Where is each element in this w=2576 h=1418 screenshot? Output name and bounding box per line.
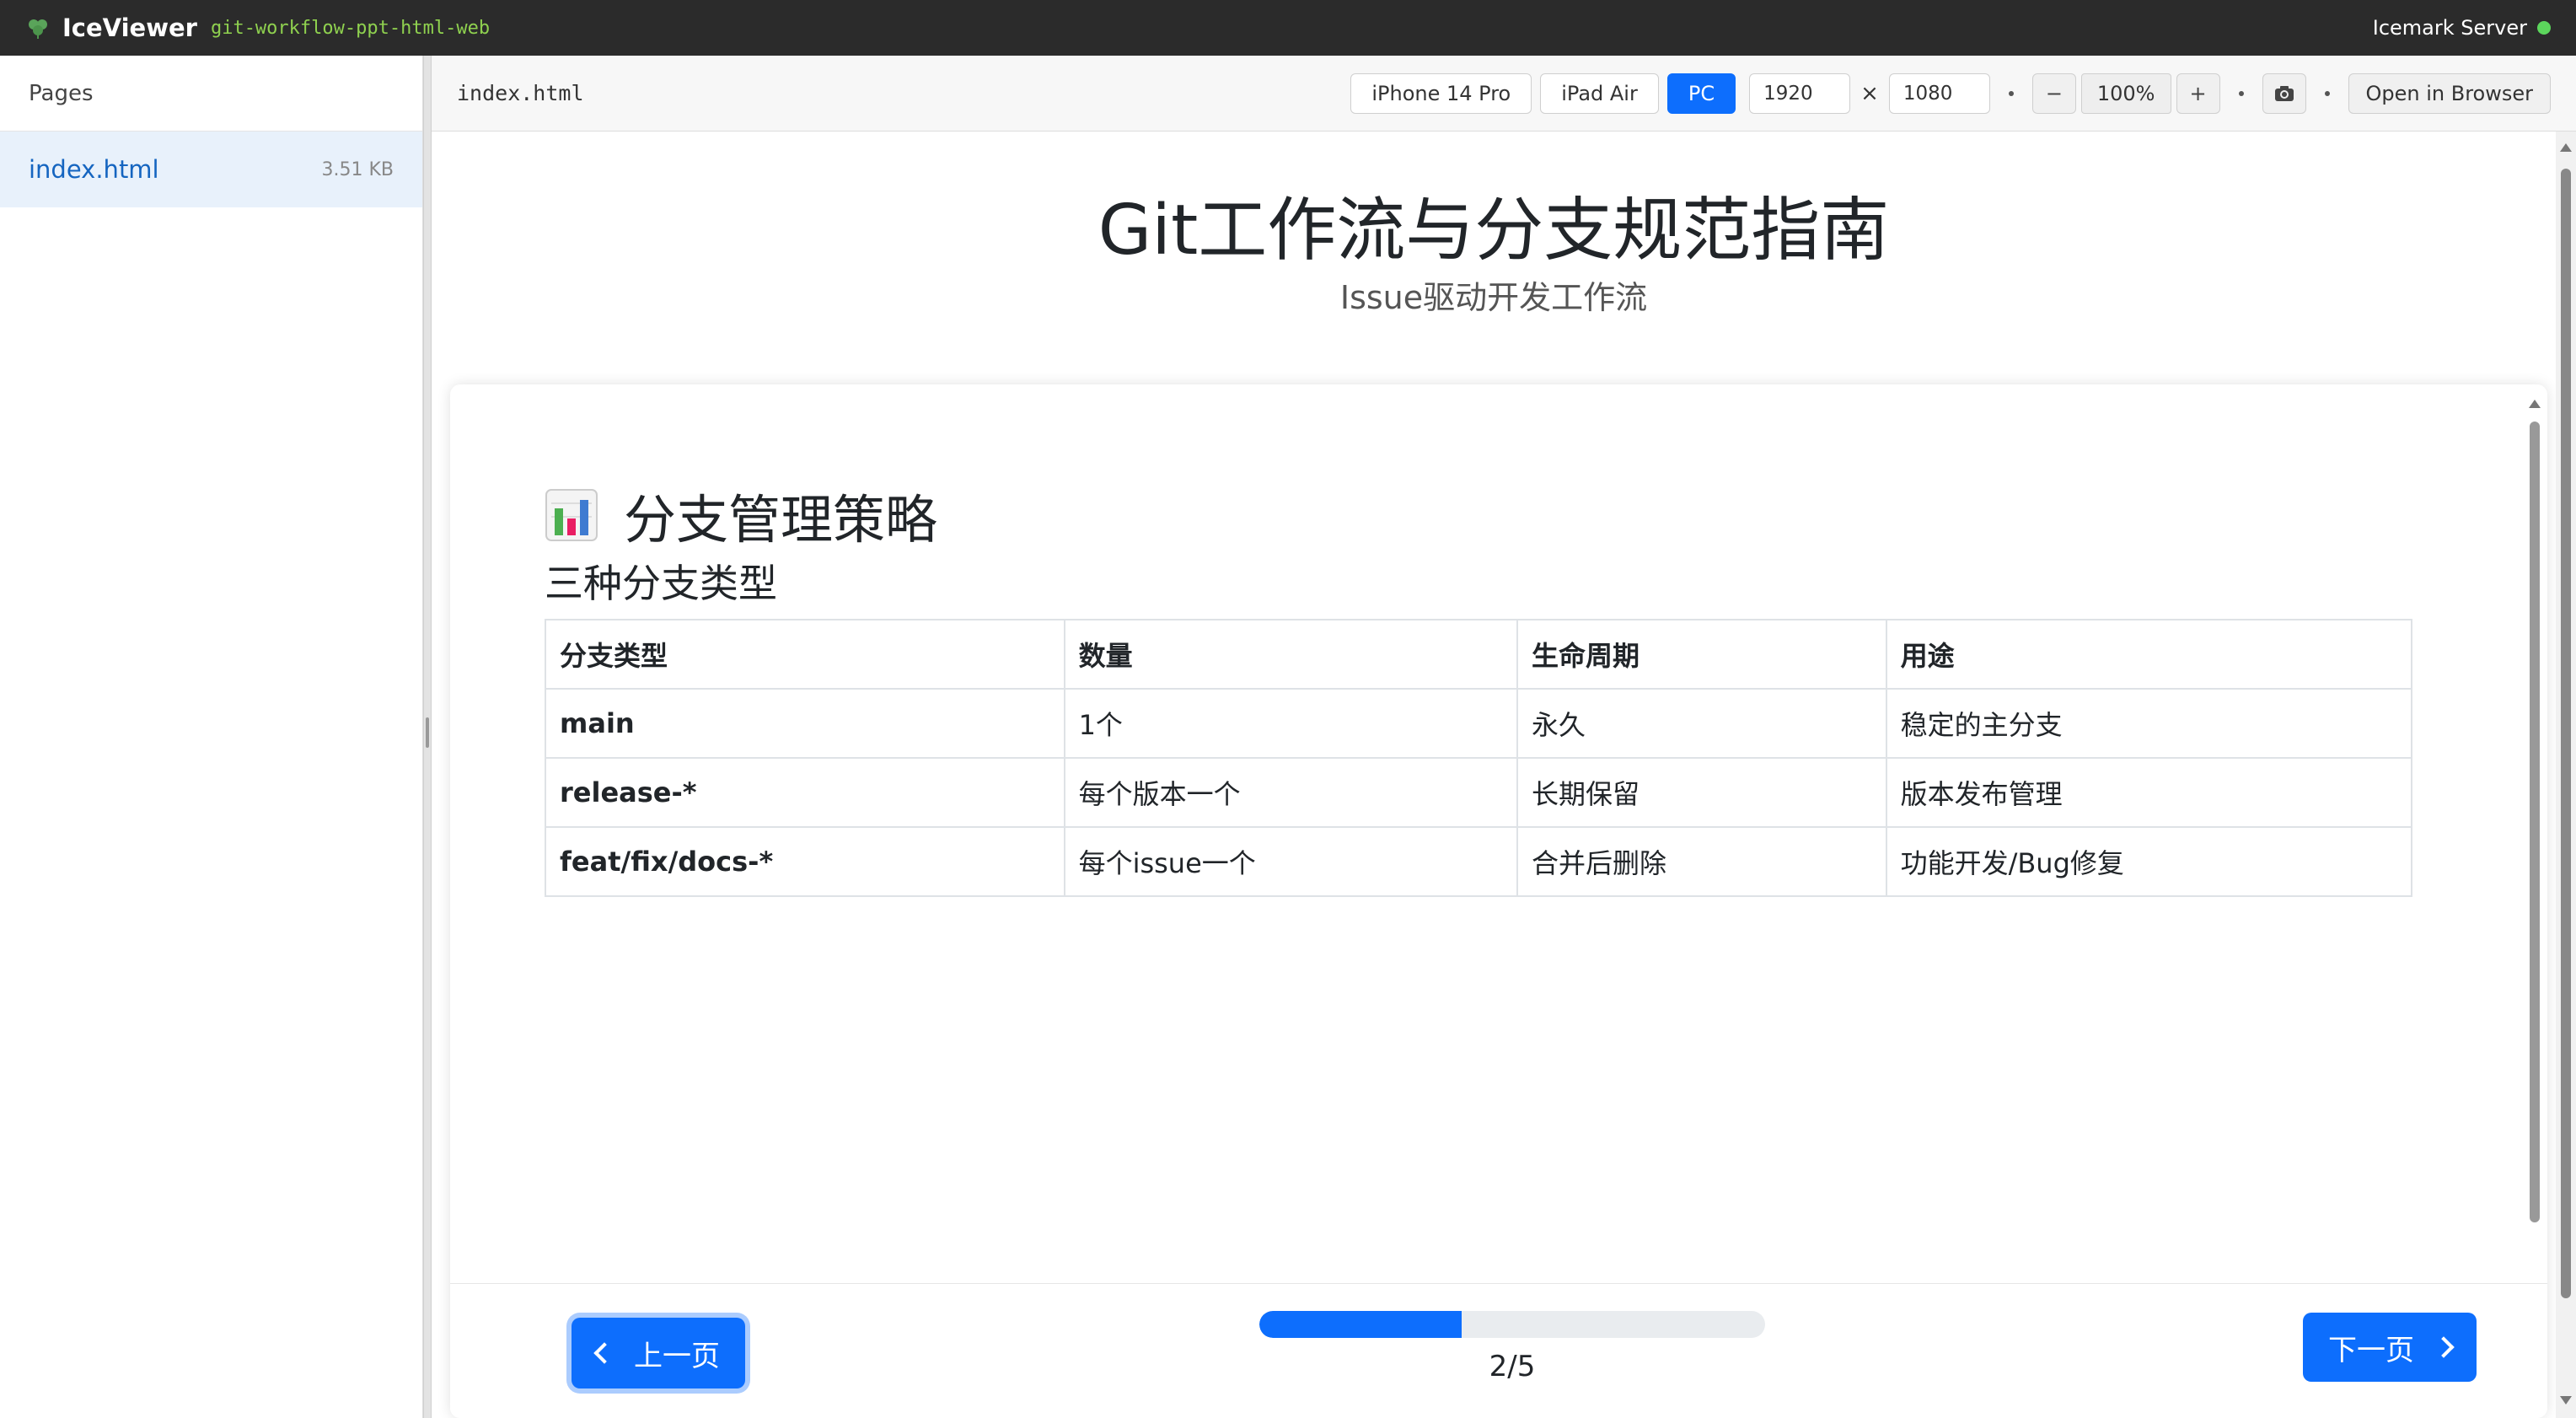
slide-heading: 分支管理策略	[545, 477, 937, 553]
scroll-up-icon[interactable]	[2560, 143, 2572, 152]
prev-page-button[interactable]: 上一页	[572, 1318, 745, 1388]
grip-icon	[426, 717, 429, 748]
scroll-up-icon[interactable]	[2529, 400, 2541, 408]
slide-scrollbar[interactable]	[2527, 395, 2542, 1229]
table-row: feat/fix/docs-* 每个issue一个 合并后删除 功能开发/Bug…	[545, 826, 2413, 897]
project-name: git-workflow-ppt-html-web	[210, 17, 491, 39]
zoom-in-button[interactable]: +	[2176, 73, 2220, 114]
sidebar-item-index[interactable]: index.html 3.51 KB	[0, 132, 422, 207]
table-cell: 1个	[1063, 688, 1519, 759]
device-ipad-button[interactable]: iPad Air	[1540, 73, 1659, 114]
table-cell: 长期保留	[1516, 757, 1887, 828]
chevron-left-icon	[593, 1342, 615, 1364]
table-cell: 功能开发/Bug修复	[1885, 826, 2413, 897]
table-row: main 1个 永久 稳定的主分支	[545, 688, 2413, 759]
slide-heading-text: 分支管理策略	[624, 489, 938, 551]
top-bar: IceViewer git-workflow-ppt-html-web Icem…	[0, 0, 2576, 56]
table-cell: release-*	[545, 757, 1065, 828]
table-cell: 版本发布管理	[1885, 757, 2413, 828]
current-file: index.html	[457, 81, 584, 105]
page-title: Git工作流与分支规范指南	[1097, 191, 1890, 271]
server-status: Icemark Server	[2373, 16, 2551, 40]
chevron-right-icon	[2433, 1336, 2455, 1358]
open-in-browser-button[interactable]: Open in Browser	[2348, 73, 2551, 114]
scroll-thumb[interactable]	[2561, 169, 2571, 1298]
progress-fill	[1259, 1311, 1462, 1338]
prev-page-label: 上一页	[634, 1339, 720, 1373]
height-input[interactable]: 1080	[1888, 73, 1990, 114]
slide-subheading: 三种分支类型	[545, 561, 777, 606]
progress-bar	[1259, 1311, 1765, 1338]
width-input[interactable]: 1920	[1749, 73, 1851, 114]
app-name: IceViewer	[62, 13, 197, 42]
table-cell: 合并后删除	[1516, 826, 1887, 897]
size-separator: ×	[1860, 80, 1879, 106]
column-header: 生命周期	[1516, 619, 1887, 690]
slide-card: 分支管理策略 三种分支类型 分支类型 数量 生命周期 用途 main 1个 永久…	[450, 384, 2547, 1418]
table-row: release-* 每个版本一个 长期保留 版本发布管理	[545, 757, 2413, 828]
column-header: 分支类型	[545, 619, 1065, 690]
slide-footer: 上一页 2/5 下一页	[450, 1283, 2547, 1418]
status-dot-icon	[2537, 21, 2551, 35]
zoom-level: 100%	[2080, 73, 2171, 114]
column-header: 用途	[1885, 619, 2413, 690]
scroll-thumb[interactable]	[2530, 422, 2540, 1222]
table-cell: 每个issue一个	[1063, 826, 1519, 897]
separator-dot	[2008, 90, 2014, 96]
preview-frame: Git工作流与分支规范指南 Issue驱动开发工作流 分支管理策略 三种分支类型…	[432, 132, 2556, 1418]
sidebar-item-label: index.html	[29, 155, 159, 184]
sidebar-resize-handle[interactable]	[423, 56, 432, 1418]
sidebar-item-size: 3.51 KB	[321, 158, 394, 180]
table-cell: feat/fix/docs-*	[545, 826, 1065, 897]
table-cell: main	[545, 688, 1065, 759]
server-label: Icemark Server	[2372, 16, 2527, 40]
next-page-button[interactable]: 下一页	[2303, 1313, 2477, 1382]
preview-scrollbar[interactable]	[2556, 132, 2576, 1418]
clover-icon	[25, 16, 54, 40]
sidebar: Pages index.html 3.51 KB	[0, 56, 423, 1418]
column-header: 数量	[1063, 619, 1519, 690]
scroll-down-icon[interactable]	[2560, 1396, 2572, 1405]
bar-chart-icon	[545, 489, 598, 541]
device-iphone-button[interactable]: iPhone 14 Pro	[1350, 73, 1532, 114]
sidebar-header: Pages	[0, 56, 422, 132]
table-cell: 稳定的主分支	[1885, 688, 2413, 759]
separator-dot	[2238, 90, 2244, 96]
branch-table: 分支类型 数量 生命周期 用途 main 1个 永久 稳定的主分支 releas…	[545, 619, 2413, 897]
zoom-out-button[interactable]: −	[2031, 73, 2076, 114]
toolbar: index.html iPhone 14 Pro iPad Air PC 192…	[432, 56, 2576, 132]
page-subtitle: Issue驱动开发工作流	[1339, 279, 1648, 316]
page-indicator: 2/5	[1489, 1350, 1536, 1383]
table-cell: 永久	[1516, 688, 1887, 759]
table-cell: 每个版本一个	[1063, 757, 1519, 828]
camera-icon	[2274, 85, 2294, 101]
separator-dot	[2324, 90, 2330, 96]
next-page-label: 下一页	[2328, 1333, 2414, 1367]
table-header-row: 分支类型 数量 生命周期 用途	[545, 619, 2413, 690]
device-pc-button[interactable]: PC	[1666, 73, 1736, 114]
screenshot-button[interactable]	[2262, 73, 2306, 114]
